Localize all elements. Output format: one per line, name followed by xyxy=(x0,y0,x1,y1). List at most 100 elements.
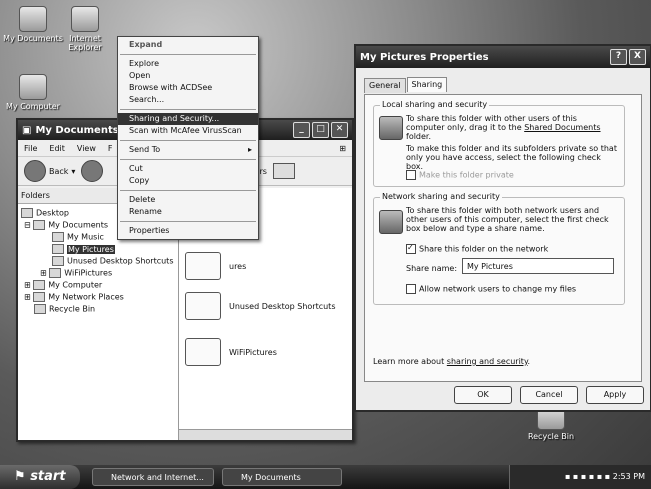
file-item[interactable]: ures xyxy=(185,252,246,280)
dialog-titlebar[interactable]: My Pictures Properties ? X xyxy=(356,46,650,68)
folder-icon xyxy=(185,292,221,320)
share-folder-checkbox[interactable]: Share this folder on the network xyxy=(406,243,548,254)
folder-icon xyxy=(49,268,62,278)
folder-icon xyxy=(52,232,64,242)
sharing-panel: Local sharing and security To share this… xyxy=(364,94,642,382)
menu-item-send-to[interactable]: Send To ▸ xyxy=(118,144,258,156)
dialog-title: My Pictures Properties xyxy=(360,51,489,63)
properties-dialog: My Pictures Properties ? X General Shari… xyxy=(354,44,651,412)
menu-separator xyxy=(120,159,256,160)
tab-sharing[interactable]: Sharing xyxy=(406,77,448,92)
menu-item-rename[interactable]: Rename xyxy=(118,206,258,218)
menu-item-search[interactable]: Search... xyxy=(118,94,258,106)
desktop-icon-label: My Computer xyxy=(6,102,60,111)
checkbox[interactable] xyxy=(406,243,416,254)
windows-logo-icon: ⊞ xyxy=(339,143,346,153)
menu-item-open[interactable]: Open xyxy=(118,70,258,82)
tree-item-wifipictures[interactable]: ⊞ WiFiPictures xyxy=(40,268,112,278)
taskbar: ⚑ start Network and Internet... My Docum… xyxy=(0,465,651,489)
apply-button[interactable]: Apply xyxy=(586,386,644,404)
computer-icon xyxy=(19,74,47,100)
chevron-down-icon: ▾ xyxy=(71,166,76,176)
context-menu: Expand Explore Open Browse with ACDSee S… xyxy=(117,36,259,240)
cancel-button[interactable]: Cancel xyxy=(520,386,578,404)
menu-item-delete[interactable]: Delete xyxy=(118,194,258,206)
menu-item-scan-mcafee[interactable]: Scan with McAfee VirusScan xyxy=(118,125,258,137)
folder-icon xyxy=(52,256,64,266)
make-private-checkbox[interactable]: Make this folder private xyxy=(406,170,514,180)
recycle-bin-icon xyxy=(34,304,46,314)
help-button[interactable]: ? xyxy=(610,49,627,65)
menu-item-expand[interactable]: Expand xyxy=(118,39,258,51)
menu-file[interactable]: File xyxy=(24,144,37,153)
share-name-input[interactable]: My Pictures xyxy=(462,258,614,274)
internet-explorer-icon xyxy=(71,6,99,32)
learn-more-text: Learn more about sharing and security. xyxy=(373,357,531,366)
tree-item-my-pictures[interactable]: My Pictures xyxy=(52,244,115,254)
file-item[interactable]: Unused Desktop Shortcuts xyxy=(185,292,335,320)
minimize-button[interactable]: _ xyxy=(293,122,310,138)
menu-separator xyxy=(120,54,256,55)
local-sharing-text: To share this folder with other users of… xyxy=(406,114,601,141)
taskbar-item-my-documents[interactable]: My Documents xyxy=(222,468,342,486)
menu-item-properties[interactable]: Properties xyxy=(118,225,258,237)
ok-button[interactable]: OK xyxy=(454,386,512,404)
desktop-icon xyxy=(21,208,33,218)
maximize-button[interactable]: □ xyxy=(312,122,329,138)
back-label: Back xyxy=(49,166,69,176)
menu-separator xyxy=(120,221,256,222)
tree-item-my-computer[interactable]: ⊞ My Computer xyxy=(24,280,102,290)
start-button[interactable]: ⚑ start xyxy=(0,465,80,489)
menu-separator xyxy=(120,140,256,141)
tray-icons[interactable]: ▪ ▪ ▪ ▪ ▪ ▪ xyxy=(565,472,613,481)
views-button[interactable] xyxy=(272,163,295,179)
forward-button[interactable] xyxy=(81,160,104,182)
tree-item-recycle-bin[interactable]: Recycle Bin xyxy=(34,304,95,314)
tab-general[interactable]: General xyxy=(364,78,406,93)
desktop-icon-internet-explorer[interactable]: Internet Explorer xyxy=(60,6,110,52)
group-title: Local sharing and security xyxy=(380,100,490,109)
tree-item-unused-desktop-shortcuts[interactable]: Unused Desktop Shortcuts xyxy=(52,256,173,266)
back-button[interactable]: Back ▾ xyxy=(24,160,75,182)
desktop-icon-my-documents[interactable]: My Documents xyxy=(2,6,64,43)
share-name-label: Share name: xyxy=(406,264,458,273)
window-title: My Documents xyxy=(35,124,119,136)
menu-separator xyxy=(120,109,256,110)
menu-separator xyxy=(120,190,256,191)
menu-item-sharing-security[interactable]: Sharing and Security... xyxy=(118,113,258,125)
taskbar-item-network[interactable]: Network and Internet... xyxy=(92,468,214,486)
back-arrow-icon xyxy=(24,160,46,182)
desktop-icon-my-computer[interactable]: My Computer xyxy=(2,74,64,111)
system-tray: ▪ ▪ ▪ ▪ ▪ ▪ 2:53 PM xyxy=(509,465,651,489)
menu-item-cut[interactable]: Cut xyxy=(118,163,258,175)
shared-documents-link[interactable]: Shared Documents xyxy=(524,123,600,132)
checkbox[interactable] xyxy=(406,284,416,294)
network-icon xyxy=(33,292,46,302)
menu-item-copy[interactable]: Copy xyxy=(118,175,258,187)
checkbox[interactable] xyxy=(406,170,416,180)
network-share-icon xyxy=(379,210,403,234)
menu-edit[interactable]: Edit xyxy=(49,144,65,153)
private-info-text: To make this folder and its subfolders p… xyxy=(406,144,617,171)
clock: 2:53 PM xyxy=(612,472,645,481)
menu-item-browse-acdsee[interactable]: Browse with ACDSee xyxy=(118,82,258,94)
menu-item-explore[interactable]: Explore xyxy=(118,58,258,70)
sharing-security-link[interactable]: sharing and security xyxy=(447,357,528,366)
menu-favorites[interactable]: F xyxy=(108,144,113,153)
tree-item-my-documents[interactable]: ⊟ My Documents xyxy=(24,220,108,230)
tree-item-my-music[interactable]: My Music xyxy=(52,232,104,242)
horizontal-scrollbar[interactable] xyxy=(179,429,352,440)
close-button[interactable]: X xyxy=(629,49,646,65)
folder-icon xyxy=(33,220,46,230)
allow-change-checkbox[interactable]: Allow network users to change my files xyxy=(406,284,576,294)
folder-icon xyxy=(19,6,47,32)
tree-item-my-network-places[interactable]: ⊞ My Network Places xyxy=(24,292,124,302)
menu-view[interactable]: View xyxy=(77,144,96,153)
windows-flag-icon: ⚑ xyxy=(14,469,31,484)
close-button[interactable]: ✕ xyxy=(331,122,348,138)
shared-computer-icon xyxy=(379,116,403,140)
file-item[interactable]: WiFiPictures xyxy=(185,338,277,366)
network-sharing-text: To share this folder with both network u… xyxy=(406,206,609,233)
network-sharing-group: Network sharing and security To share th… xyxy=(373,192,625,305)
tree-item-desktop[interactable]: Desktop xyxy=(21,208,69,218)
